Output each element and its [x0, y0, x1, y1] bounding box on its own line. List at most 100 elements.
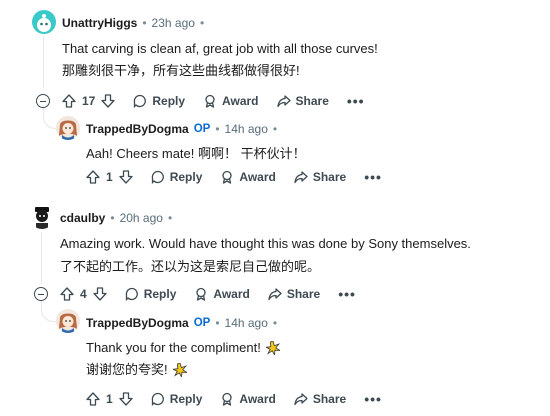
- separator-dot: •: [199, 16, 205, 30]
- award-icon: [220, 170, 234, 184]
- share-label: Share: [286, 287, 321, 301]
- reply-icon: [151, 392, 165, 406]
- award-icon: [220, 392, 234, 406]
- timestamp[interactable]: 14h ago: [225, 316, 268, 330]
- share-button[interactable]: Share: [294, 170, 346, 184]
- upvote-icon[interactable]: [60, 287, 74, 301]
- username[interactable]: TrappedByDogma: [86, 122, 189, 136]
- more-options-button[interactable]: •••: [338, 286, 356, 302]
- reply-icon: [125, 287, 139, 301]
- award-button[interactable]: Award: [194, 287, 250, 301]
- more-options-button[interactable]: •••: [347, 93, 365, 109]
- username[interactable]: UnattryHiggs: [62, 16, 137, 30]
- upvote-icon[interactable]: [62, 94, 76, 108]
- share-label: Share: [312, 170, 347, 184]
- award-icon: [194, 287, 208, 301]
- award-button[interactable]: Award: [220, 170, 276, 184]
- share-button[interactable]: Share: [268, 287, 320, 301]
- award-label: Award: [239, 392, 276, 406]
- reply-button[interactable]: Reply: [151, 392, 203, 406]
- share-button[interactable]: Share: [294, 392, 346, 406]
- reply-button[interactable]: Reply: [125, 287, 177, 301]
- reply-button[interactable]: Reply: [133, 94, 185, 108]
- vote-count: 1: [106, 170, 113, 184]
- award-button[interactable]: Award: [203, 94, 259, 108]
- avatar-character-icon: [59, 313, 77, 333]
- comment-actions: 17 Reply Award Share •••: [62, 93, 383, 109]
- share-icon: [294, 170, 308, 184]
- share-label: Share: [295, 94, 329, 108]
- downvote-icon[interactable]: [119, 170, 133, 184]
- share-button[interactable]: Share: [276, 94, 329, 108]
- award-button[interactable]: Award: [220, 392, 276, 406]
- thread-branch: [41, 301, 56, 322]
- more-options-button[interactable]: •••: [364, 391, 382, 407]
- share-icon: [276, 94, 291, 108]
- avatar[interactable]: [30, 205, 54, 229]
- separator-dot: •: [110, 211, 115, 225]
- vote-group: 1: [86, 170, 133, 184]
- downvote-icon[interactable]: [101, 94, 116, 108]
- avatar-snoo-icon: [37, 14, 51, 32]
- separator-dot: •: [272, 316, 278, 330]
- username[interactable]: cdaulby: [60, 211, 105, 225]
- avatar-dark-snoo-icon: [35, 207, 49, 229]
- sparkle-award-icon: [265, 341, 280, 355]
- award-icon: [203, 94, 217, 108]
- vote-count: 17: [82, 94, 96, 108]
- op-badge: OP: [193, 123, 211, 135]
- reply-label: Reply: [143, 287, 177, 301]
- comment-text-zh: 了不起的工作。还以为这是索尼自己做的呢。: [60, 259, 321, 274]
- reply-text-zh: 谢谢您的夸奖!: [86, 361, 187, 379]
- upvote-icon[interactable]: [86, 170, 100, 184]
- separator-dot: •: [142, 16, 147, 30]
- share-label: Share: [312, 392, 347, 406]
- reply-button[interactable]: Reply: [151, 170, 202, 184]
- vote-count: 1: [106, 392, 113, 406]
- reply-text-en: Thank you for the compliment!: [86, 339, 280, 357]
- award-label: Award: [213, 287, 250, 301]
- timestamp[interactable]: 20h ago: [120, 211, 163, 225]
- thread-line: [41, 232, 42, 284]
- separator-dot: •: [215, 316, 220, 330]
- comment-meta: UnattryHiggs • 23h ago •: [62, 16, 204, 30]
- collapse-thread-button[interactable]: [36, 94, 50, 108]
- vote-group: 17: [62, 94, 116, 108]
- more-options-button[interactable]: •••: [364, 169, 382, 185]
- avatar[interactable]: [56, 116, 80, 140]
- reply-label: Reply: [169, 392, 203, 406]
- comment-text-en: Amazing work. Would have thought this wa…: [60, 236, 471, 251]
- comment-meta: cdaulby • 20h ago •: [60, 211, 172, 225]
- avatar[interactable]: [56, 309, 80, 333]
- reply-actions: 1 Reply Award Share •••: [86, 391, 400, 407]
- reply-text: Aah! Cheers mate! 啊啊！ 干杯伙计！: [86, 146, 306, 161]
- upvote-icon[interactable]: [86, 392, 100, 406]
- thread-line: [43, 36, 44, 88]
- separator-dot: •: [215, 122, 220, 136]
- separator-dot: •: [272, 122, 278, 136]
- collapse-thread-button[interactable]: [34, 287, 48, 301]
- timestamp[interactable]: 23h ago: [152, 16, 195, 30]
- award-label: Award: [222, 94, 259, 108]
- reply-meta: TrappedByDogma OP • 14h ago •: [86, 316, 277, 330]
- reply-actions: 1 Reply Award Share •••: [86, 169, 400, 185]
- vote-group: 4: [60, 287, 107, 301]
- comment-text-zh: 那雕刻很干净，所有这些曲线都做得很好!: [62, 63, 300, 78]
- comment-text-en: That carving is clean af, great job with…: [62, 41, 378, 56]
- username[interactable]: TrappedByDogma: [86, 316, 189, 330]
- comment-actions: 4 Reply Award Share •••: [60, 286, 374, 302]
- share-icon: [294, 392, 308, 406]
- sparkle-award-icon: [172, 363, 187, 377]
- avatar[interactable]: [32, 10, 56, 34]
- reply-label: Reply: [152, 94, 186, 108]
- timestamp[interactable]: 14h ago: [225, 122, 268, 136]
- avatar-character-icon: [59, 120, 77, 140]
- reply-text-en-content: Thank you for the compliment!: [86, 340, 261, 355]
- separator-dot: •: [167, 211, 173, 225]
- reply-meta: TrappedByDogma OP • 14h ago •: [86, 122, 277, 136]
- vote-group: 1: [86, 392, 133, 406]
- reply-text-zh-content: 谢谢您的夸奖!: [86, 362, 168, 377]
- share-icon: [268, 287, 282, 301]
- downvote-icon[interactable]: [119, 392, 133, 406]
- downvote-icon[interactable]: [93, 287, 107, 301]
